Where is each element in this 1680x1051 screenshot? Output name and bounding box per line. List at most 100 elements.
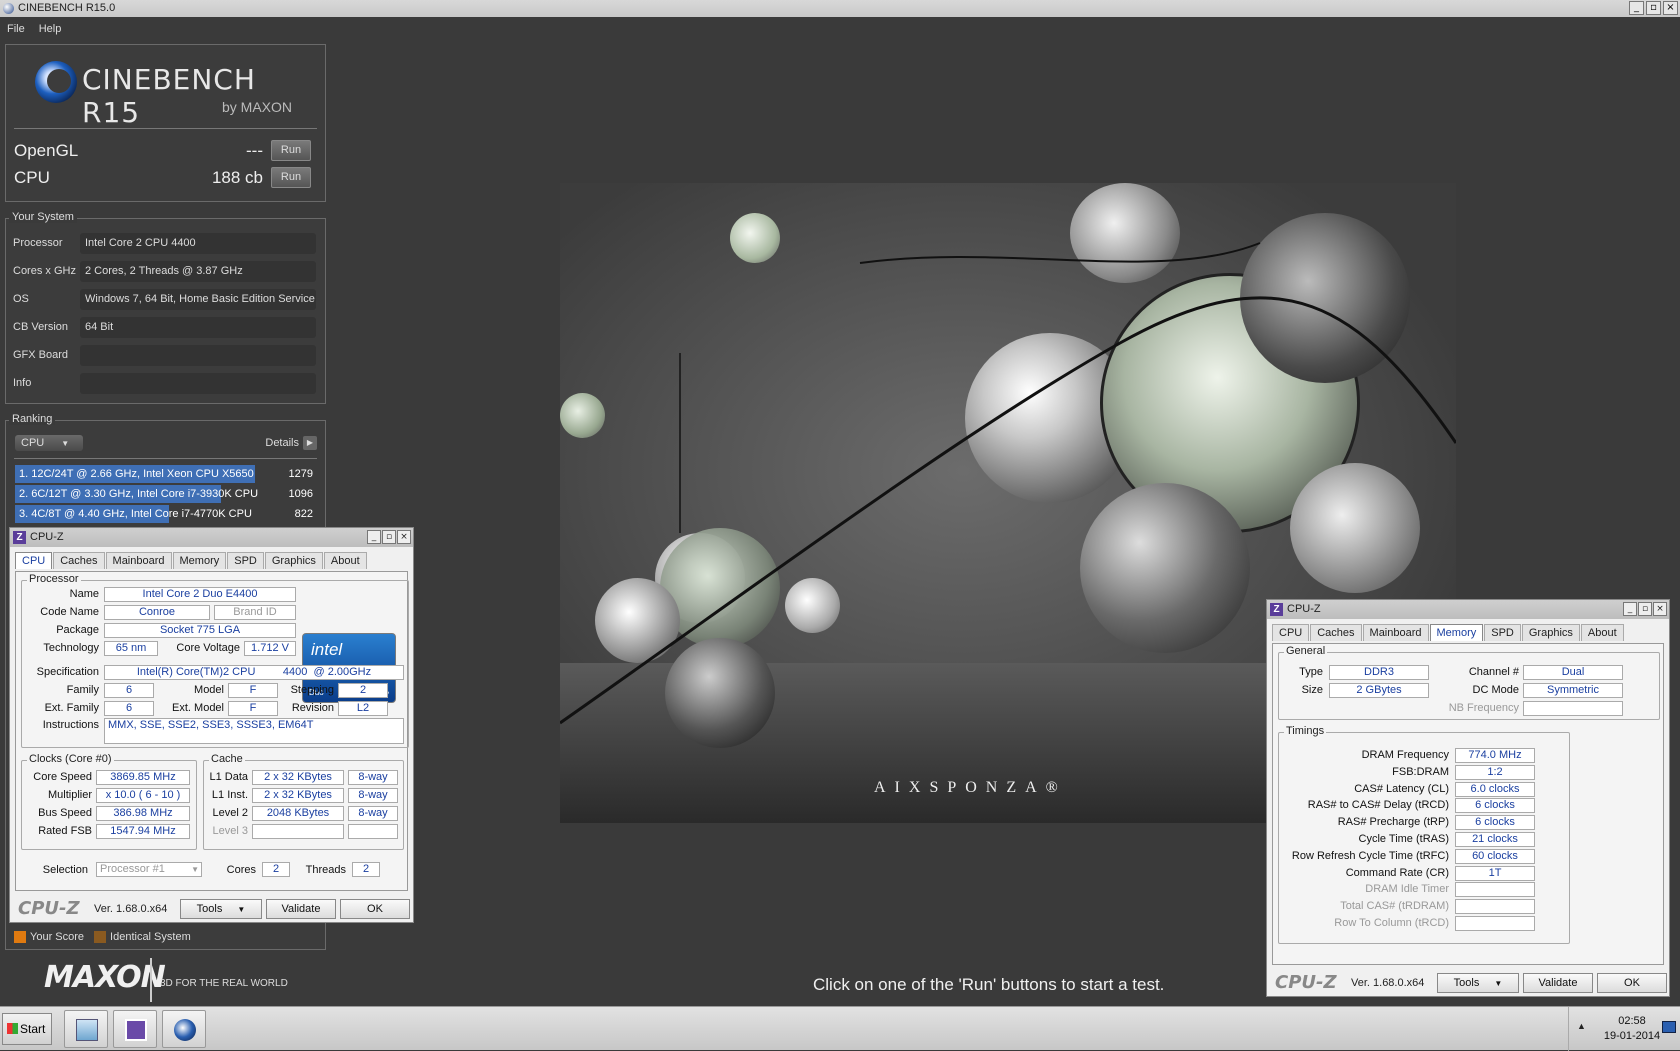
cpuz-titlebar[interactable]: Z CPU-Z _ ▫ × (10, 528, 413, 547)
minimize-button[interactable]: _ (367, 530, 381, 544)
nb-frequency-label: NB Frequency (1448, 702, 1519, 714)
ranking-score: 1096 (288, 488, 313, 500)
close-button[interactable]: × (1653, 602, 1667, 616)
family-value: 6 (104, 683, 154, 698)
ranking-row[interactable]: 1. 12C/24T @ 2.66 GHz, Intel Xeon CPU X5… (15, 465, 317, 483)
codename-value: Conroe (104, 605, 210, 620)
stepping-label: Stepping (290, 684, 334, 696)
timing-label: Row Refresh Cycle Time (tRFC) (1291, 849, 1449, 862)
rated-fsb-value: 1547.94 MHz (96, 824, 190, 839)
tab-about[interactable]: About (323, 552, 367, 569)
validate-button[interactable]: Validate (1523, 973, 1593, 993)
chevron-down-icon: ▼ (1494, 979, 1503, 988)
minimize-button[interactable]: _ (1629, 1, 1644, 15)
legend-swatch (94, 931, 107, 944)
timing-label: Row To Column (tRCD) (1334, 917, 1449, 929)
tab-mainboard[interactable]: Mainboard (105, 552, 172, 569)
menu-file[interactable]: File (7, 19, 25, 39)
system-value: 64 Bit (80, 317, 316, 338)
level2-value: 2048 KBytes (252, 806, 344, 821)
ext-model-value: F (228, 701, 278, 716)
taskbar-cinebench-button[interactable] (162, 1010, 206, 1048)
timing-value: 6.0 clocks (1455, 781, 1535, 797)
opengl-row: OpenGL --- Run (14, 139, 319, 163)
level3-assoc (348, 824, 398, 839)
minimize-button[interactable]: _ (1623, 602, 1637, 616)
timing-label: Cycle Time (tRAS) (1358, 833, 1449, 845)
core-voltage-label: Core Voltage (176, 642, 240, 654)
maximize-button[interactable]: ▫ (382, 530, 396, 544)
tab-spd[interactable]: SPD (1484, 624, 1521, 641)
cpu-label: CPU (14, 168, 50, 187)
tray-expand-icon[interactable]: ▲ (1577, 1021, 1586, 1031)
window-titlebar[interactable]: CINEBENCH R15.0 _ ▫ × (0, 0, 1680, 17)
tab-memory[interactable]: Memory (1429, 624, 1484, 641)
timing-value (1455, 899, 1535, 915)
cpuz-titlebar[interactable]: Z CPU-Z _ ▫ × (1267, 600, 1669, 619)
ranking-text: 1. 12C/24T @ 2.66 GHz, Intel Xeon CPU X5… (19, 468, 254, 480)
ranking-row[interactable]: 2. 6C/12T @ 3.30 GHz, Intel Core i7-3930… (15, 485, 317, 503)
window-title: CINEBENCH R15.0 (18, 2, 116, 14)
cpu-run-button[interactable]: Run (271, 167, 311, 188)
tab-graphics[interactable]: Graphics (1521, 624, 1580, 641)
tab-memory[interactable]: Memory (172, 552, 227, 569)
timing-label: FSB:DRAM (1392, 765, 1449, 778)
ranking-type-dropdown[interactable]: CPU ▼ (15, 435, 83, 451)
your-system-title: Your System (9, 211, 77, 223)
l1-inst-value: 2 x 32 KBytes (252, 788, 344, 803)
ok-button[interactable]: OK (340, 899, 410, 919)
taskbar-explorer-button[interactable] (64, 1010, 108, 1048)
windows-logo-icon (7, 1023, 18, 1034)
system-key: OS (13, 293, 29, 305)
tools-button[interactable]: Tools ▼ (1437, 973, 1519, 993)
explorer-icon (76, 1019, 98, 1041)
system-key: GFX Board (13, 349, 69, 361)
your-system-panel: Your System Processor Intel Core 2 CPU 44… (5, 211, 326, 404)
l1-inst-assoc: 8-way (348, 788, 398, 803)
tab-caches[interactable]: Caches (53, 552, 105, 569)
selection-label: Selection (42, 864, 88, 876)
tab-cpu[interactable]: CPU (1272, 624, 1310, 641)
close-button[interactable]: × (397, 530, 411, 544)
specification-label: Specification (36, 666, 99, 678)
show-desktop-icon[interactable] (1662, 1021, 1676, 1033)
ok-button[interactable]: OK (1597, 973, 1667, 993)
timing-value: 60 clocks (1455, 848, 1535, 864)
timing-label: DRAM Frequency (1361, 749, 1449, 761)
details-button[interactable]: Details ▶ (265, 435, 317, 451)
menu-help[interactable]: Help (39, 19, 62, 39)
tab-spd[interactable]: SPD (227, 552, 264, 569)
taskbar-cpuz-button[interactable] (113, 1010, 157, 1048)
tab-caches[interactable]: Caches (1310, 624, 1362, 641)
package-value: Socket 775 LGA (104, 623, 296, 638)
timing-label: RAS# to CAS# Delay (tRCD) (1307, 799, 1449, 812)
name-label: Name (69, 588, 99, 600)
cpuz-tabs: CPU Caches Mainboard Memory SPD Graphics… (15, 552, 368, 569)
cpuz-tabs: CPU Caches Mainboard Memory SPD Graphics… (1272, 624, 1625, 641)
clock[interactable]: 02:58 19-01-2014 (1597, 1014, 1667, 1044)
maximize-button[interactable]: ▫ (1638, 602, 1652, 616)
start-button[interactable]: Start (2, 1013, 52, 1045)
processor-select[interactable]: Processor #1 ▼ (96, 862, 202, 877)
l1-data-assoc: 8-way (348, 770, 398, 785)
close-button[interactable]: × (1663, 1, 1678, 15)
tab-graphics[interactable]: Graphics (264, 552, 323, 569)
cinema4d-sphere-icon (35, 61, 77, 103)
tab-mainboard[interactable]: Mainboard (1362, 624, 1429, 641)
tab-about[interactable]: About (1580, 624, 1624, 641)
tools-button[interactable]: Tools ▼ (180, 899, 262, 919)
ranking-row[interactable]: 3. 4C/8T @ 4.40 GHz, Intel Core i7-4770K… (15, 505, 317, 523)
l1-inst-label: L1 Inst. (211, 789, 248, 801)
technology-value: 65 nm (104, 641, 158, 656)
dc-mode-value: Symmetric (1523, 683, 1623, 698)
l1-data-label: L1 Data (209, 771, 248, 783)
maximize-button[interactable]: ▫ (1646, 1, 1661, 15)
memory-size-value: 2 GBytes (1329, 683, 1429, 698)
system-row: Info (6, 371, 326, 395)
legend-your-score: Your Score (14, 931, 84, 944)
validate-button[interactable]: Validate (266, 899, 336, 919)
cache-group-label: Cache (209, 753, 245, 765)
tab-cpu[interactable]: CPU (15, 552, 53, 569)
cpuz-logo: CPU-Z (18, 898, 80, 919)
opengl-run-button[interactable]: Run (271, 140, 311, 161)
